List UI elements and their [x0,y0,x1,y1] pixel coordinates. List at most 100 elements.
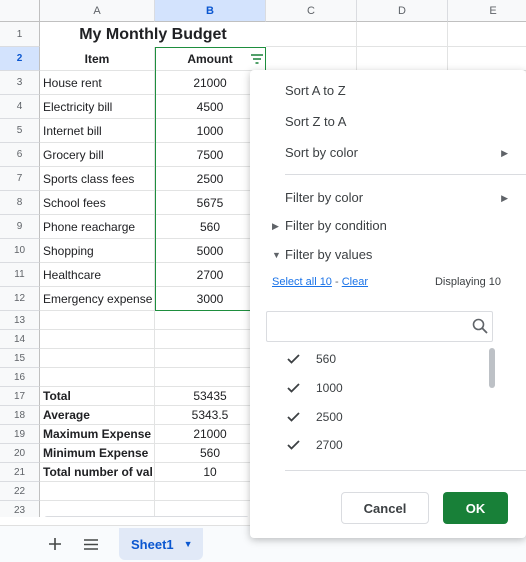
item-name-cell[interactable]: Shopping [40,239,155,263]
search-input[interactable] [273,312,467,342]
sheet-tab-sheet1[interactable]: Sheet1 ▼ [119,528,203,560]
filter-by-color-item[interactable]: Filter by color [285,190,363,205]
filter-menu: Sort A to Z Sort Z to A Sort by color ▶ … [250,70,526,538]
grid-cell[interactable] [40,311,155,330]
filter-value-label: 2500 [316,410,343,424]
grid-cell[interactable] [448,47,526,71]
row-header[interactable]: 22 [0,482,40,501]
filter-by-values-item[interactable]: Filter by values [285,247,372,262]
row-header[interactable]: 23 [0,501,40,517]
summary-label-cell[interactable]: Total number of val [40,463,155,482]
chevron-down-icon[interactable]: ▼ [184,539,193,549]
item-name-cell[interactable]: School fees [40,191,155,215]
row-header[interactable]: 3 [0,71,40,95]
item-name-cell[interactable]: Emergency expense [40,287,155,311]
row-header[interactable]: 4 [0,95,40,119]
row-header[interactable]: 21 [0,463,40,482]
ok-button[interactable]: OK [443,492,508,524]
row-header[interactable]: 17 [0,387,40,406]
collapse-down-icon[interactable]: ▼ [272,250,281,260]
summary-label-cell[interactable]: Average [40,406,155,425]
check-icon[interactable] [286,438,300,452]
column-header-e[interactable]: E [448,0,526,22]
row-header[interactable]: 8 [0,191,40,215]
sheet-title-cell[interactable]: My Monthly Budget [41,23,265,46]
row-header[interactable]: 5 [0,119,40,143]
item-name-cell[interactable]: Phone reacharge [40,215,155,239]
column-header-a[interactable]: A [40,0,155,22]
values-scrollbar[interactable] [489,348,495,388]
filter-icon[interactable] [249,50,264,67]
row-header[interactable]: 9 [0,215,40,239]
filter-value-item[interactable]: 2500 [286,407,343,427]
check-icon[interactable] [286,410,300,424]
summary-label-cell[interactable]: Total [40,387,155,406]
clear-link[interactable]: Clear [342,276,368,288]
select-clear-row: Select all 10 - Clear [272,276,368,288]
filter-value-item[interactable]: 560 [286,349,336,369]
all-sheets-icon[interactable] [82,535,100,553]
item-name-cell[interactable]: House rent [40,71,155,95]
filter-value-item[interactable]: 1000 [286,378,343,398]
header-item-cell[interactable]: Item [40,47,155,71]
check-icon[interactable] [286,381,300,395]
summary-label-cell[interactable]: Maximum Expense [40,425,155,444]
chevron-right-icon: ▶ [501,193,508,203]
add-sheet-icon[interactable] [46,535,64,553]
menu-divider [285,174,526,175]
sort-a-to-z-item[interactable]: Sort A to Z [285,83,346,98]
row-header[interactable]: 16 [0,368,40,387]
sort-by-color-item[interactable]: Sort by color [285,145,358,160]
filter-by-condition-item[interactable]: Filter by condition [285,218,387,233]
row-header[interactable]: 6 [0,143,40,167]
row-header[interactable]: 1 [0,22,40,47]
row-header[interactable]: 13 [0,311,40,330]
item-name-cell[interactable]: Sports class fees [40,167,155,191]
filter-value-label: 1000 [316,381,343,395]
row-header[interactable]: 20 [0,444,40,463]
separator-dash: - [335,276,339,288]
grid-cell[interactable] [40,482,155,501]
grid-cell[interactable] [357,22,448,47]
sort-z-to-a-item[interactable]: Sort Z to A [285,114,346,129]
select-all-corner[interactable] [0,0,40,22]
filter-value-item[interactable]: 2700 [286,435,343,455]
check-icon[interactable] [286,352,300,366]
grid-cell[interactable] [40,349,155,368]
grid-cell[interactable] [357,47,448,71]
grid-cell[interactable] [40,330,155,349]
item-name-cell[interactable]: Healthcare [40,263,155,287]
grid-cell[interactable] [40,368,155,387]
row-header[interactable]: 18 [0,406,40,425]
summary-label-cell[interactable]: Minimum Expense [40,444,155,463]
column-header-c[interactable]: C [266,0,357,22]
column-header-b[interactable]: B [155,0,266,22]
grid-cell[interactable] [266,47,357,71]
search-box [266,311,493,342]
row-header[interactable]: 19 [0,425,40,444]
sheet-tab-label: Sheet1 [131,536,174,552]
horizontal-scrollbar[interactable] [44,516,249,517]
row-header[interactable]: 12 [0,287,40,311]
cancel-button[interactable]: Cancel [341,492,429,524]
grid-cell[interactable] [40,501,155,517]
row-header[interactable]: 7 [0,167,40,191]
row-header[interactable]: 2 [0,47,40,71]
item-name-cell[interactable]: Internet bill [40,119,155,143]
grid-cell[interactable] [448,22,526,47]
item-name-cell[interactable]: Electricity bill [40,95,155,119]
chevron-right-icon: ▶ [501,148,508,158]
row-header[interactable]: 10 [0,239,40,263]
column-header-d[interactable]: D [357,0,448,22]
filter-value-label: 560 [316,352,337,366]
filter-value-label: 2700 [316,438,343,452]
item-name-cell[interactable]: Grocery bill [40,143,155,167]
row-header[interactable]: 14 [0,330,40,349]
grid-cell[interactable] [266,22,357,47]
search-icon[interactable] [472,318,488,337]
row-header[interactable]: 11 [0,263,40,287]
row-header[interactable]: 15 [0,349,40,368]
expand-right-icon[interactable]: ▶ [272,221,279,232]
select-all-link[interactable]: Select all 10 [272,276,332,288]
displaying-count: Displaying 10 [434,276,501,288]
